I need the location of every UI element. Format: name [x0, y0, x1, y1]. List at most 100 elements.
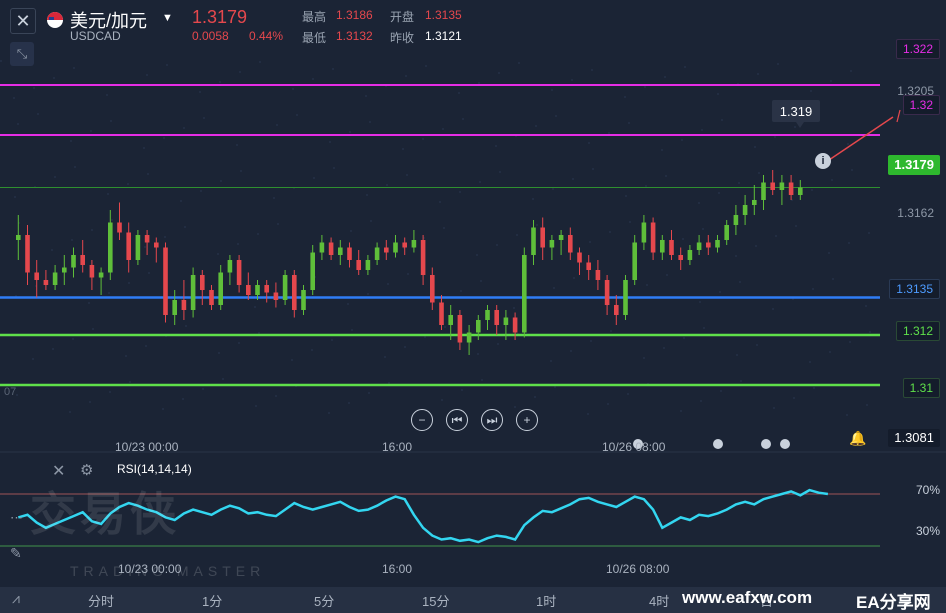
- event-marker-1: [713, 439, 723, 449]
- map-dot: [425, 65, 427, 67]
- map-dot: [699, 301, 701, 303]
- map-dot: [643, 357, 645, 359]
- candle-body: [356, 260, 361, 270]
- level-label-13135: 1.3135: [889, 279, 940, 299]
- timeframe-1h[interactable]: 1时: [536, 591, 556, 610]
- timeframe-5m[interactable]: 5分: [314, 591, 334, 610]
- candle-body: [614, 305, 619, 315]
- bell-icon[interactable]: 🔔: [849, 430, 866, 447]
- zoom-in-button[interactable]: +: [516, 409, 538, 431]
- candle-body: [448, 315, 453, 325]
- candle-body: [586, 262, 591, 270]
- map-dot: [665, 175, 667, 177]
- candle-body: [89, 265, 95, 278]
- candle-body: [696, 242, 702, 250]
- candle-body: [154, 242, 159, 248]
- skip-back-icon: ⏮: [451, 412, 463, 427]
- map-dot: [145, 345, 147, 347]
- map-dot: [106, 94, 108, 96]
- indicator-settings-icon[interactable]: ⚙: [80, 461, 93, 479]
- timeframe-4h[interactable]: 4时: [649, 591, 669, 610]
- map-dot: [183, 127, 185, 129]
- map-dot: [259, 61, 261, 63]
- footer-site: www.eafxw.com: [682, 588, 813, 607]
- map-dot: [535, 125, 537, 127]
- map-dot: [495, 145, 497, 147]
- map-dot: [645, 185, 647, 187]
- candle-body: [439, 302, 444, 325]
- chevron-down-icon[interactable]: ▼: [162, 12, 173, 24]
- candle-body: [310, 252, 315, 290]
- level-label-1312: 1.312: [895, 321, 940, 341]
- map-dot: [683, 337, 685, 339]
- map-dot: [775, 235, 777, 237]
- map-dot: [478, 82, 480, 84]
- map-dot: [236, 144, 238, 146]
- candle-body: [577, 252, 582, 263]
- map-dot: [701, 129, 703, 131]
- map-dot: [366, 194, 368, 196]
- timeframe-tick[interactable]: 分时: [88, 591, 114, 610]
- map-dot: [33, 87, 35, 89]
- map-dot: [441, 399, 443, 401]
- pen-icon[interactable]: ✎: [10, 545, 22, 562]
- stat-prevclose-label: 昨收: [390, 31, 415, 45]
- map-dot: [680, 410, 682, 412]
- candle-body: [319, 242, 325, 253]
- map-dot: [666, 274, 668, 276]
- scroll-end-button[interactable]: ⏭: [481, 409, 503, 431]
- map-dot: [736, 354, 738, 356]
- map-dot: [200, 190, 202, 192]
- candle-body: [669, 240, 674, 255]
- map-dot: [536, 224, 538, 226]
- map-dot: [110, 120, 112, 122]
- dots-icon[interactable]: ⋯: [10, 510, 23, 526]
- map-dot: [777, 63, 779, 65]
- map-dot: [591, 69, 593, 71]
- map-dot: [644, 86, 646, 88]
- map-dot: [552, 188, 554, 190]
- map-dot: [479, 181, 481, 183]
- candle-body: [273, 292, 279, 300]
- close-button[interactable]: ✕: [10, 8, 36, 34]
- candle-body: [62, 267, 67, 273]
- map-dot: [664, 76, 666, 78]
- collapse-button[interactable]: ⤡: [10, 42, 34, 66]
- map-dot: [257, 233, 259, 235]
- map-dot: [333, 167, 335, 169]
- candle-body: [595, 270, 601, 280]
- map-dot: [477, 353, 479, 355]
- zoom-out-button[interactable]: −: [411, 409, 433, 431]
- timeframe-15m[interactable]: 15分: [422, 591, 449, 610]
- candle-body: [779, 182, 785, 190]
- time-label-3: 10/26 08:00: [602, 440, 666, 454]
- candle-body: [25, 235, 30, 273]
- candle-body: [236, 260, 242, 285]
- map-dot: [849, 341, 851, 343]
- map-dot: [627, 393, 629, 395]
- flag-icon: [47, 12, 63, 28]
- candle-body: [798, 187, 803, 195]
- timeframe-1m[interactable]: 1分: [202, 591, 222, 610]
- map-dot: [476, 254, 478, 256]
- map-dot: [273, 197, 275, 199]
- map-dot: [717, 93, 719, 95]
- map-dot: [277, 223, 279, 225]
- candle-body: [117, 222, 122, 233]
- line-chart-icon[interactable]: ⩘: [12, 590, 20, 607]
- map-dot: [755, 245, 757, 247]
- map-dot: [164, 236, 166, 238]
- map-dot: [628, 122, 630, 124]
- indicator-name: RSI(14,14,14): [117, 462, 192, 476]
- map-dot: [258, 332, 260, 334]
- info-icon[interactable]: i: [815, 153, 831, 169]
- map-dot: [127, 183, 129, 185]
- map-dot: [573, 277, 575, 279]
- scroll-start-button[interactable]: ⏮: [446, 409, 468, 431]
- map-dot: [331, 339, 333, 341]
- map-dot: [735, 255, 737, 257]
- map-dot: [589, 241, 591, 243]
- map-dot: [721, 119, 723, 121]
- map-dot: [554, 386, 556, 388]
- candle-body: [512, 317, 518, 333]
